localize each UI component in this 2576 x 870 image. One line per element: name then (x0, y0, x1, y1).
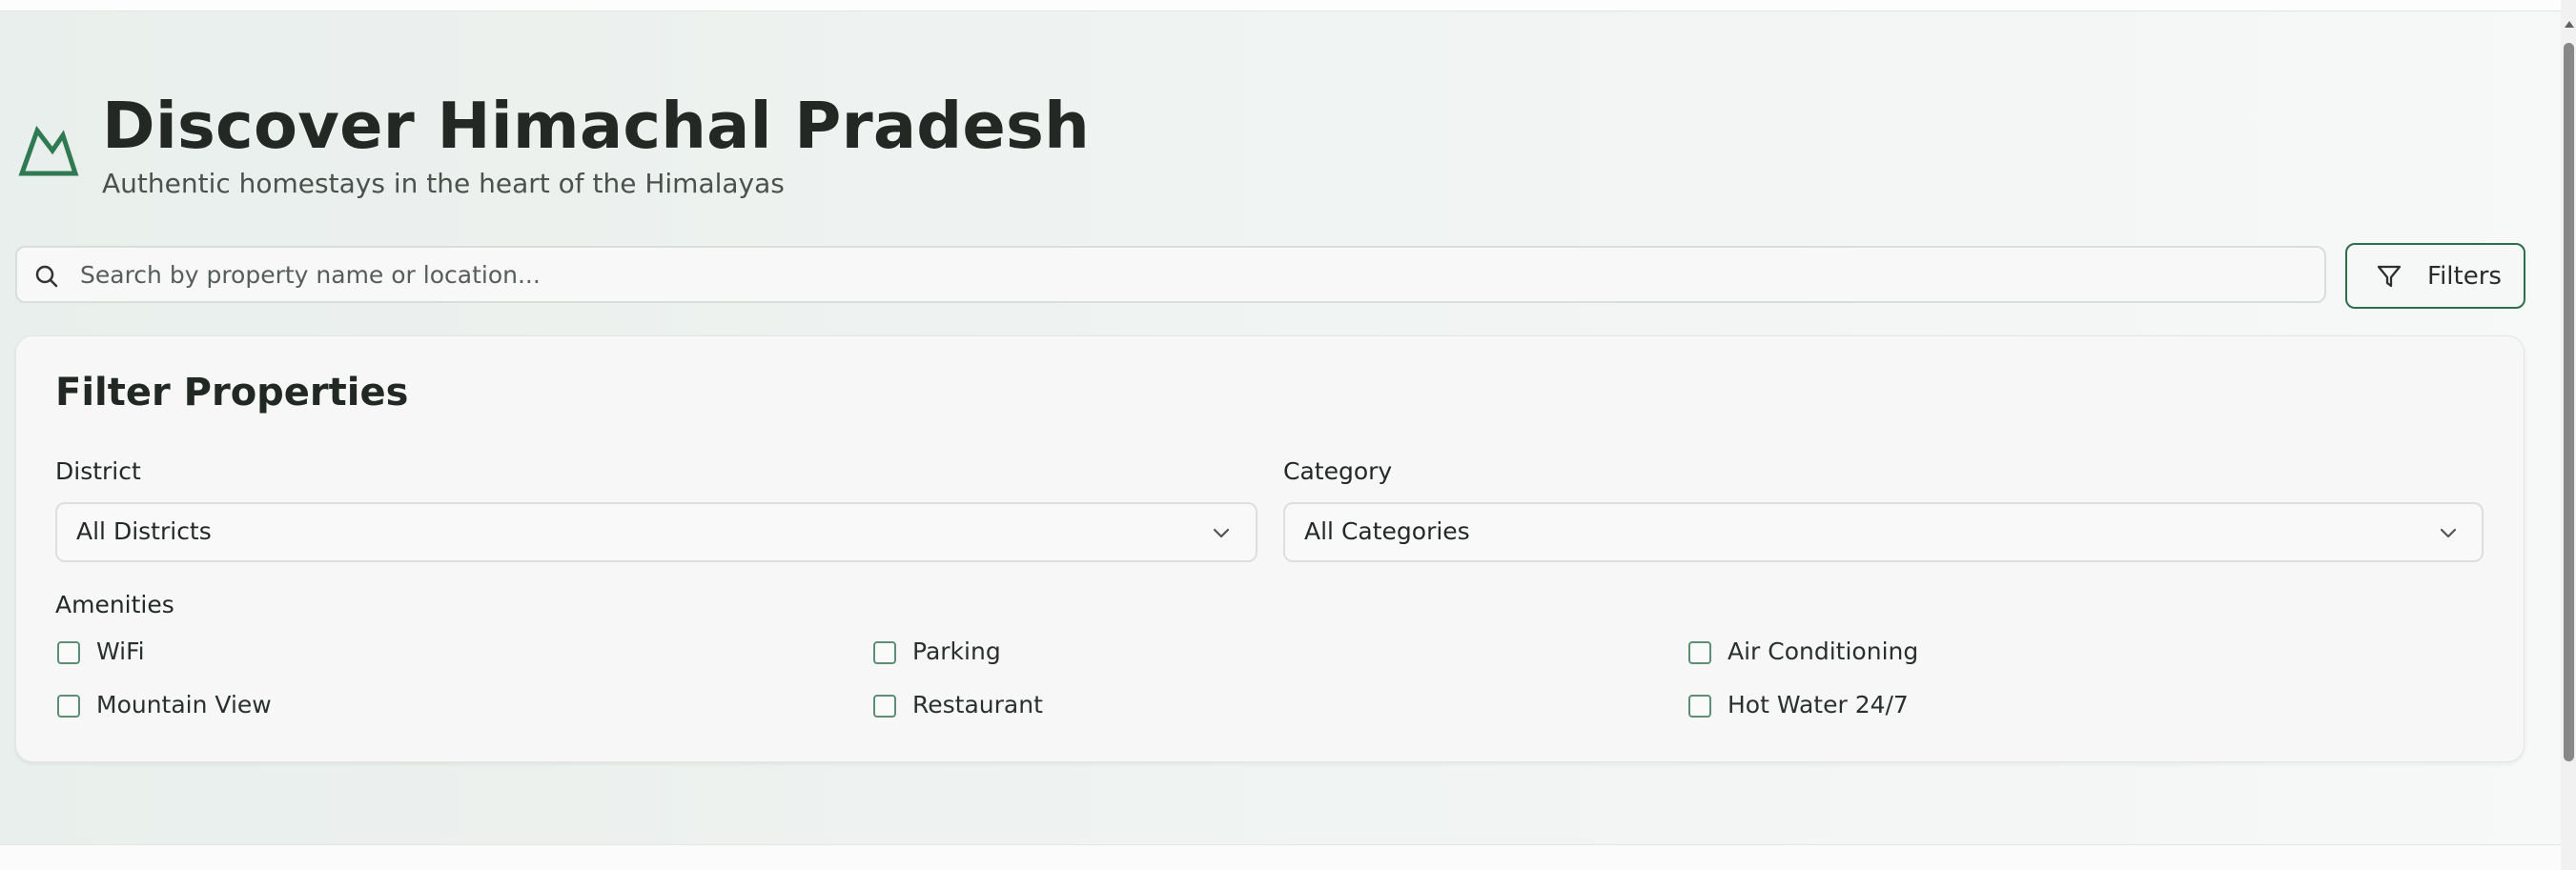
filters-button-label: Filters (2427, 262, 2502, 291)
chevron-down-icon (2440, 528, 2457, 538)
filter-panel-title: Filter Properties (55, 371, 409, 415)
search-input[interactable] (80, 250, 2301, 299)
search-icon (35, 265, 58, 288)
amenity-label-mountain-view: Mountain View (96, 691, 272, 718)
filter-icon (2377, 265, 2402, 288)
scrollbar-thumb[interactable] (2564, 43, 2574, 761)
amenity-checkbox-air-conditioning[interactable] (1688, 641, 1711, 664)
district-label: District (55, 457, 141, 485)
amenity-checkbox-restaurant[interactable] (873, 695, 896, 718)
category-select-value: All Categories (1304, 517, 1470, 545)
page-subtitle: Authentic homestays in the heart of the … (102, 168, 785, 199)
top-edge (0, 0, 2561, 10)
amenity-checkbox-wifi[interactable] (57, 641, 80, 664)
amenity-checkbox-mountain-view[interactable] (57, 695, 80, 718)
page: Discover Himachal Pradesh Authentic home… (0, 0, 2576, 870)
amenity-label-restaurant: Restaurant (912, 691, 1043, 718)
district-select-value: All Districts (76, 517, 212, 545)
chevron-down-icon (1213, 528, 1230, 538)
amenity-label-hot-water: Hot Water 24/7 (1728, 691, 1909, 718)
amenity-label-parking: Parking (912, 637, 1001, 665)
amenity-label-air-conditioning: Air Conditioning (1728, 637, 1919, 665)
category-label: Category (1283, 457, 1393, 485)
amenities-label: Amenities (55, 591, 174, 618)
scroll-up-icon[interactable] (2565, 21, 2574, 28)
amenity-checkbox-parking[interactable] (873, 641, 896, 664)
district-select[interactable] (55, 502, 1257, 562)
amenity-checkbox-hot-water[interactable] (1688, 695, 1711, 718)
page-title: Discover Himachal Pradesh (102, 89, 1091, 163)
amenity-label-wifi: WiFi (96, 637, 145, 665)
mountain-icon (18, 125, 79, 176)
